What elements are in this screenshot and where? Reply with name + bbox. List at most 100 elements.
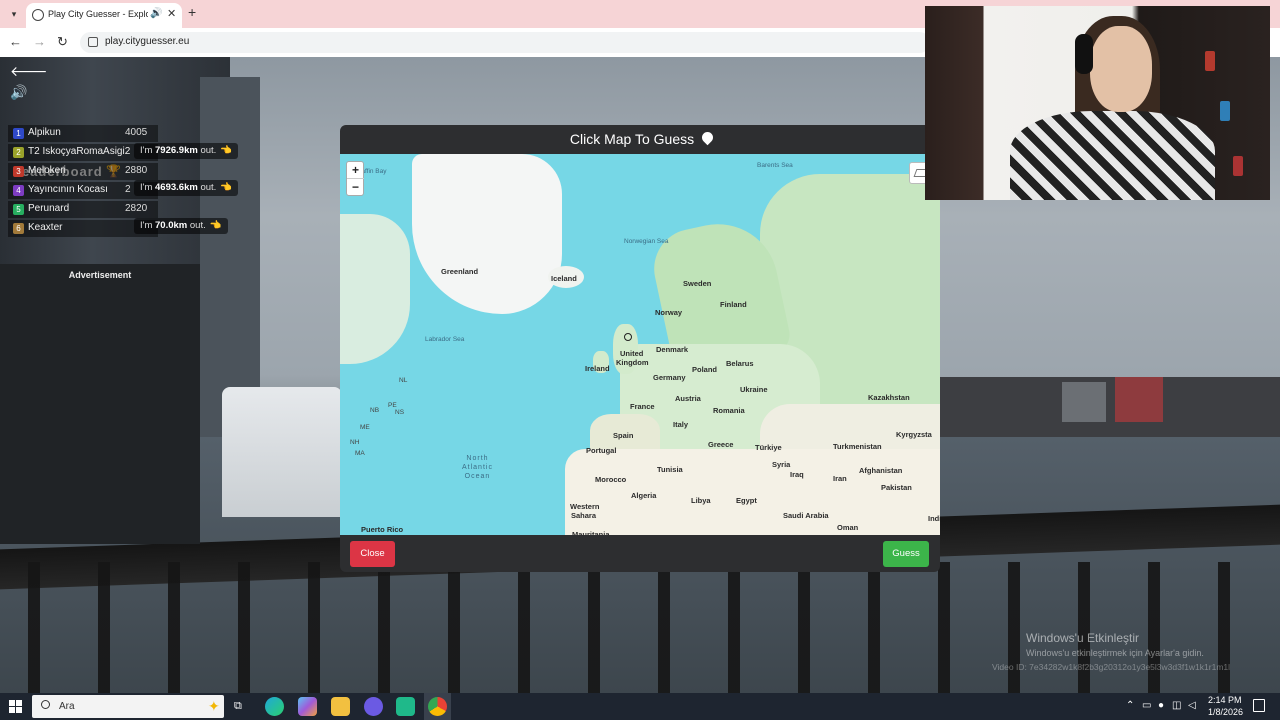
microphone-icon[interactable]: ●: [1158, 700, 1164, 711]
taskbar-search[interactable]: Ara ✦: [32, 695, 224, 718]
cursor-icon: [624, 333, 632, 341]
country-label: Western: [570, 502, 600, 511]
country-label: Indi: [928, 514, 940, 523]
site-info-icon[interactable]: [88, 37, 98, 47]
country-label: Portugal: [586, 446, 617, 455]
country-label: Iceland: [551, 274, 577, 283]
battery-icon[interactable]: ▭: [1142, 700, 1151, 711]
new-tab-icon[interactable]: +: [188, 4, 196, 20]
country-label: Oman: [837, 523, 859, 532]
back-arrow-icon[interactable]: ←: [9, 34, 22, 49]
ocean-label-line: North: [466, 455, 489, 462]
country-label: Syria: [772, 460, 791, 469]
leaderboard-row: 1 Alpikun 4005: [8, 125, 158, 142]
back-arrow-icon[interactable]: 🡐: [10, 63, 48, 80]
clock-time[interactable]: 2:14 PM: [1208, 695, 1242, 705]
building: [1062, 382, 1106, 422]
search-icon: [41, 700, 50, 709]
country-label: Saudi Arabia: [783, 511, 829, 520]
country-label: Iraq: [790, 470, 804, 479]
country-label: Romania: [713, 406, 745, 415]
country-label: Kazakhstan: [868, 393, 910, 402]
pointing-hand-icon: 👈: [220, 182, 233, 193]
guess-map[interactable]: Greenland Iceland Sweden Finland Norway Unite…: [340, 154, 940, 535]
sea-label: Barents Sea: [757, 162, 793, 169]
country-label: Afghanistan: [859, 466, 903, 475]
land-mass: [565, 449, 940, 535]
country-label: Pakistan: [881, 483, 912, 492]
country-label: Mauritania: [572, 530, 610, 535]
bubble-suffix: out.: [189, 220, 206, 231]
notification-icon[interactable]: [1253, 699, 1265, 712]
zoom-control: + −: [346, 161, 364, 196]
pointing-hand-icon: 👈: [209, 220, 222, 231]
chrome-icon[interactable]: [428, 697, 447, 716]
country-label: Kingdom: [616, 358, 649, 367]
modal-header: Click Map To Guess: [340, 125, 940, 154]
zoom-in-button[interactable]: +: [347, 162, 364, 179]
country-label: Algeria: [631, 491, 657, 500]
ocean-label-line: Atlantic: [462, 464, 493, 471]
province-label: NH: [350, 439, 360, 446]
country-label: Egypt: [736, 496, 757, 505]
player-score: 4005: [125, 127, 148, 138]
speaker-icon[interactable]: 🔊: [150, 8, 162, 19]
bubble-suffix: out.: [200, 145, 217, 156]
tab-search-chevron-icon[interactable]: ▾: [6, 6, 22, 22]
close-button[interactable]: Close: [350, 541, 395, 567]
browser-tab[interactable]: Play City Guesser - Explore 🔊 ✕: [26, 3, 182, 28]
chevron-up-icon[interactable]: ⌃: [1126, 700, 1134, 711]
volume-icon[interactable]: ◁: [1188, 700, 1196, 711]
reload-icon[interactable]: ↻: [57, 34, 68, 50]
shelf-item: [1233, 156, 1243, 176]
country-label: Belarus: [726, 359, 754, 368]
player-score: 2: [125, 184, 131, 195]
modal-title: Click Map To Guess: [340, 131, 940, 147]
app-icon[interactable]: [396, 697, 415, 716]
country-label: Finland: [720, 300, 747, 309]
modal-title-text: Click Map To Guess: [569, 131, 695, 147]
taskbar: Ara ✦ ⧉ ⌃ ▭ ● ◫ ◁ 2:14 PM 1/8/2026: [0, 693, 1280, 720]
sea-label: Norwegian Sea: [624, 238, 669, 245]
forward-arrow-icon[interactable]: →: [33, 34, 46, 49]
headset: [1075, 34, 1093, 74]
clock-date[interactable]: 1/8/2026: [1208, 707, 1243, 717]
copilot-icon[interactable]: [298, 697, 317, 716]
windows-start-icon[interactable]: [9, 700, 22, 713]
cruise-ship: [222, 387, 342, 517]
country-label: Tunisia: [657, 465, 683, 474]
railing-bars: [0, 562, 1280, 693]
discord-icon[interactable]: [364, 697, 383, 716]
activation-watermark-subtitle: Windows'u etkinleştirmek için Ayarlar'a …: [1026, 648, 1204, 658]
shelf-item: [1205, 51, 1215, 71]
url-text[interactable]: play.cityguesser.eu: [105, 36, 189, 47]
advertisement-label: Advertisement: [68, 270, 132, 280]
distance-bubble: I'm 70.0km out. 👈: [134, 218, 228, 234]
file-explorer-icon[interactable]: [331, 697, 350, 716]
distance-bubble: I'm 7926.9km out. 👈: [134, 143, 239, 159]
video-id-watermark: Video ID: 7e34282w1k8f2b3g20312o1y3e5l3w…: [992, 662, 1231, 672]
country-label: Spain: [613, 431, 634, 440]
address-bar[interactable]: play.cityguesser.eu: [80, 32, 930, 53]
zoom-out-button[interactable]: −: [347, 179, 364, 196]
ocean-label: North Atlantic Ocean: [462, 454, 493, 481]
country-label: Puerto Rico: [361, 525, 404, 534]
globe-icon: [32, 9, 44, 21]
player-score: 2820: [125, 203, 148, 214]
task-view-icon[interactable]: ⧉: [234, 700, 242, 713]
network-icon[interactable]: ◫: [1172, 700, 1181, 711]
sea-label: Labrador Sea: [425, 336, 465, 343]
player-name: Keaxter: [28, 222, 63, 233]
close-tab-icon[interactable]: ✕: [167, 7, 176, 20]
webcam-overlay: [925, 6, 1270, 200]
rank-badge: 1: [13, 128, 24, 139]
country-label: Türkiye: [755, 443, 782, 452]
edge-icon[interactable]: [265, 697, 284, 716]
country-label: Morocco: [595, 475, 627, 484]
guess-button[interactable]: Guess: [883, 541, 929, 567]
bubble-prefix: I'm: [140, 182, 153, 193]
sound-icon[interactable]: 🔊: [10, 84, 27, 101]
sparkle-icon: ✦: [208, 698, 220, 714]
bubble-prefix: I'm: [140, 145, 153, 156]
player-name: Alpikun: [28, 127, 61, 138]
